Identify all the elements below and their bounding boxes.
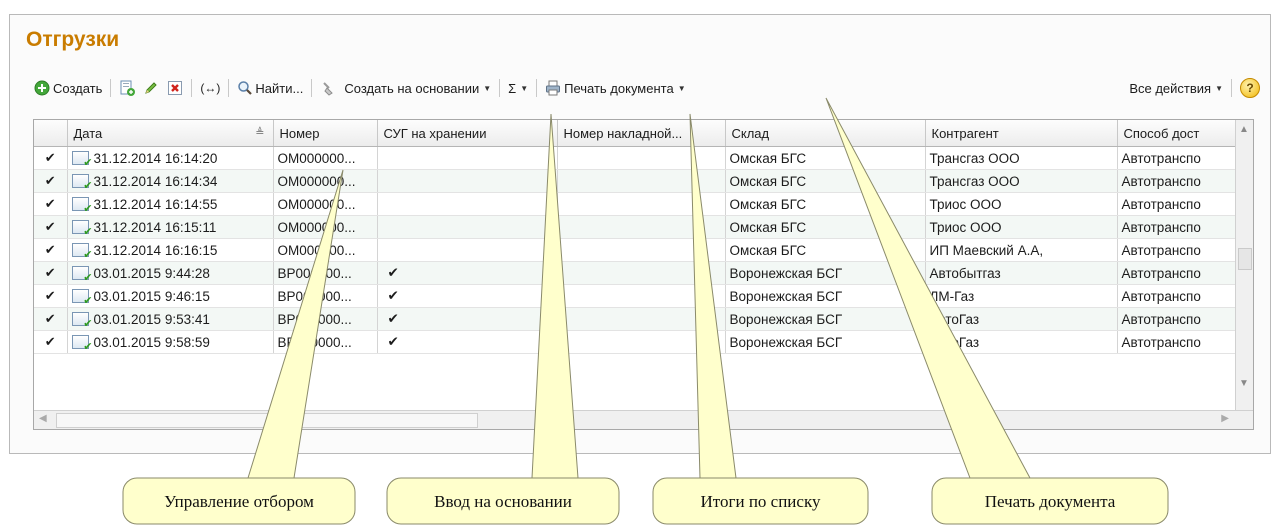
callout-print-label: Печать документа xyxy=(984,491,1116,511)
callout-totals-label: Итоги по списку xyxy=(700,491,821,511)
callout-pointers xyxy=(122,97,1169,525)
callout-based-on-label: Ввод на основании xyxy=(434,491,572,511)
callout-pointer-filter xyxy=(247,169,344,479)
callout-pointer-based-on xyxy=(531,113,579,479)
callout-pointer-print xyxy=(825,97,1031,479)
callout-filter-label: Управление отбором xyxy=(164,491,314,511)
callout-pointer-totals xyxy=(689,113,737,479)
